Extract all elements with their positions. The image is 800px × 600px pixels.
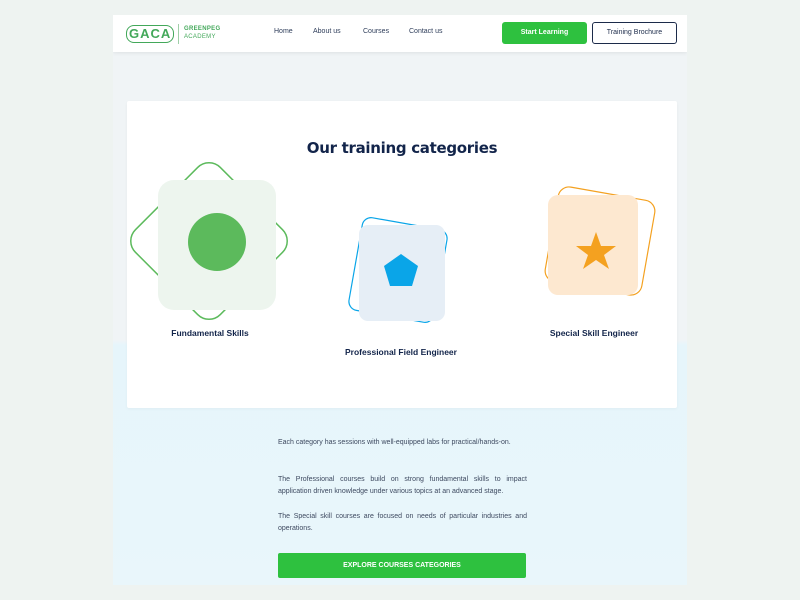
site-header: GACA GREENPEG ACADEMY Home About us Cour… bbox=[113, 15, 687, 52]
category-label: Professional Field Engineer bbox=[345, 347, 457, 357]
category-professional-field-engineer[interactable]: Professional Field Engineer bbox=[339, 209, 463, 369]
description-para-1: Each category has sessions with well-equ… bbox=[278, 439, 511, 446]
description-para-3: The Special skill courses are focused on… bbox=[278, 513, 527, 532]
logo-divider bbox=[178, 24, 179, 44]
nav-home[interactable]: Home bbox=[274, 28, 293, 35]
category-special-skill-engineer[interactable]: Special Skill Engineer bbox=[544, 185, 665, 345]
page-frame: GACA GREENPEG ACADEMY Home About us Cour… bbox=[113, 15, 687, 585]
category-label: Fundamental Skills bbox=[171, 328, 249, 338]
logo-text-greenpeg: GREENPEG bbox=[184, 26, 221, 32]
category-fundamental-skills[interactable]: Fundamental Skills bbox=[127, 162, 297, 343]
training-brochure-button[interactable]: Training Brochure bbox=[592, 22, 677, 44]
start-learning-button[interactable]: Start Learning bbox=[502, 22, 587, 44]
category-professional-decoration bbox=[348, 217, 448, 323]
logo-mark: GACA bbox=[126, 25, 175, 43]
circle-icon bbox=[188, 213, 246, 271]
category-special-decoration bbox=[544, 186, 656, 296]
section-title: Our training categories bbox=[306, 139, 498, 157]
explore-courses-categories-button[interactable]: EXPLORE COURSES CATEGORIES bbox=[278, 553, 526, 578]
nav-contact-us[interactable]: Contact us bbox=[409, 28, 442, 35]
training-categories-card: Our training categories Fundamental Skil… bbox=[127, 101, 677, 408]
category-label: Special Skill Engineer bbox=[549, 328, 639, 338]
nav-courses[interactable]: Courses bbox=[363, 28, 389, 35]
category-fundamental-decoration bbox=[130, 162, 288, 320]
description-para-2: The Professional courses build on strong… bbox=[278, 476, 527, 495]
nav-about-us[interactable]: About us bbox=[313, 28, 341, 35]
logo-text-academy: ACADEMY bbox=[184, 34, 216, 40]
